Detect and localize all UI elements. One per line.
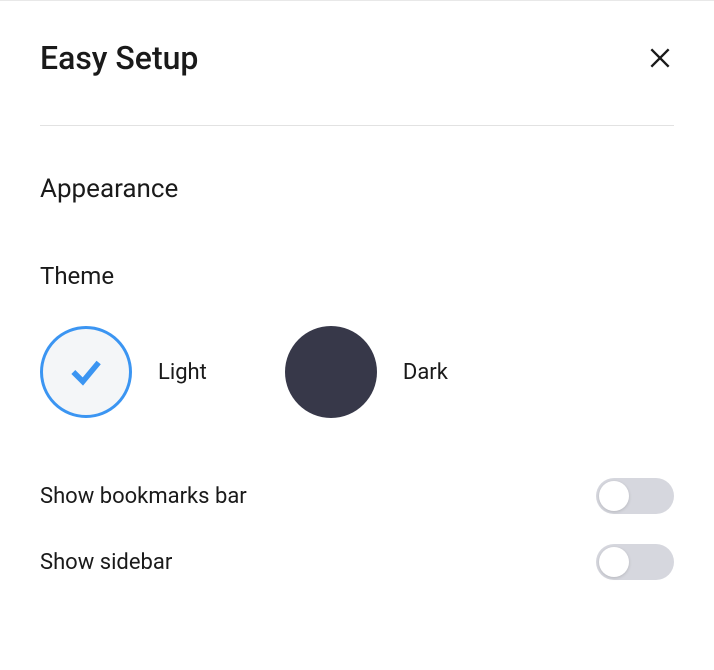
checkmark-icon xyxy=(67,353,105,391)
theme-option-dark[interactable]: Dark xyxy=(285,326,448,418)
panel-title: Easy Setup xyxy=(40,39,198,77)
toggle-knob xyxy=(599,547,629,577)
theme-label-dark: Dark xyxy=(403,360,448,385)
toggle-row-sidebar: Show sidebar xyxy=(40,544,674,580)
toggle-knob xyxy=(599,481,629,511)
theme-options: Light Dark xyxy=(40,326,674,418)
close-icon xyxy=(647,45,673,71)
sidebar-toggle-label: Show sidebar xyxy=(40,550,172,575)
theme-swatch-light xyxy=(40,326,132,418)
panel-header: Easy Setup xyxy=(40,39,674,77)
sidebar-toggle[interactable] xyxy=(596,544,674,580)
toggle-row-bookmarks: Show bookmarks bar xyxy=(40,478,674,514)
easy-setup-panel: Easy Setup Appearance Theme Light Dark S… xyxy=(0,1,714,580)
theme-swatch-dark xyxy=(285,326,377,418)
bookmarks-toggle-label: Show bookmarks bar xyxy=(40,484,247,509)
theme-heading: Theme xyxy=(40,262,674,290)
close-button[interactable] xyxy=(646,44,674,72)
divider xyxy=(40,125,674,126)
appearance-heading: Appearance xyxy=(40,174,674,204)
theme-option-light[interactable]: Light xyxy=(40,326,207,418)
bookmarks-toggle[interactable] xyxy=(596,478,674,514)
theme-label-light: Light xyxy=(158,360,207,385)
